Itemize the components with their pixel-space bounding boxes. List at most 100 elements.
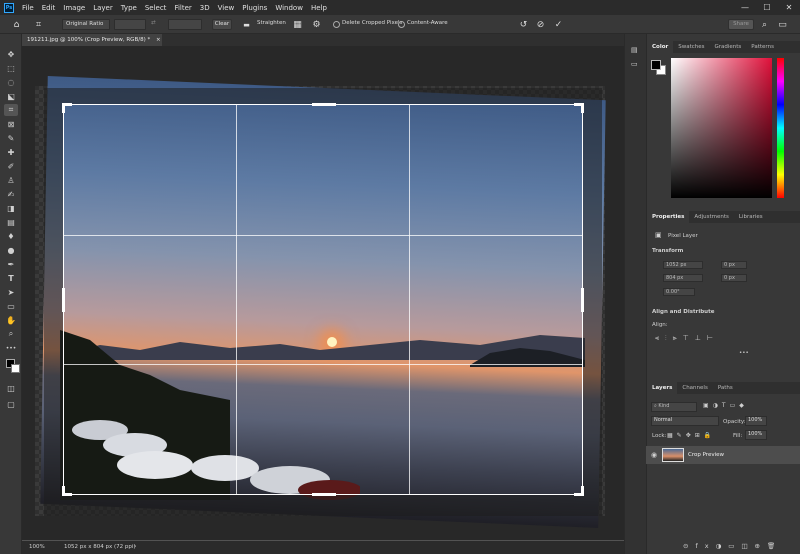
transform-y-field[interactable]: 0 px bbox=[721, 274, 747, 282]
tab-patterns[interactable]: Patterns bbox=[746, 41, 779, 53]
more-tools-icon[interactable]: ••• bbox=[4, 342, 18, 354]
crop-handle-bottom-left-v[interactable] bbox=[62, 486, 65, 496]
share-button[interactable]: Share bbox=[728, 19, 754, 30]
history-brush-icon[interactable]: ✍ bbox=[4, 188, 18, 200]
screen-mode-icon[interactable]: ▢ bbox=[4, 398, 18, 410]
menu-filter[interactable]: Filter bbox=[170, 4, 195, 12]
eye-icon[interactable]: ◉ bbox=[651, 451, 657, 459]
swap-icon[interactable]: ⇄ bbox=[151, 20, 156, 26]
align-icons[interactable]: ⫷⫶⫸⊤⊥⊢ bbox=[655, 334, 719, 343]
crop-handle-bottom-right-v[interactable] bbox=[581, 486, 584, 496]
crop-box[interactable] bbox=[62, 103, 584, 496]
crop-handle-top-left-v[interactable] bbox=[62, 103, 65, 113]
more-button[interactable]: ••• bbox=[739, 350, 749, 356]
tab-color[interactable]: Color bbox=[647, 41, 674, 53]
menu-select[interactable]: Select bbox=[141, 4, 171, 12]
grid-overlay-icon[interactable]: ▦ bbox=[291, 18, 304, 31]
content-aware-checkbox[interactable] bbox=[398, 21, 405, 28]
transform-h-field[interactable]: 804 px bbox=[663, 274, 703, 282]
close-tab-icon[interactable]: × bbox=[156, 37, 161, 43]
crop-handle-top[interactable] bbox=[312, 103, 336, 106]
layer-filter-kind[interactable]: ⌕ Kind bbox=[651, 402, 697, 412]
crop-handle-bottom[interactable] bbox=[312, 493, 336, 496]
tab-properties[interactable]: Properties bbox=[647, 211, 690, 223]
tab-libraries[interactable]: Libraries bbox=[734, 211, 768, 223]
brush-icon[interactable]: ✐ bbox=[4, 160, 18, 172]
blur-icon[interactable]: ♦ bbox=[4, 230, 18, 242]
menu-edit[interactable]: Edit bbox=[38, 4, 60, 12]
tab-gradients[interactable]: Gradients bbox=[709, 41, 746, 53]
status-arrow-icon[interactable]: › bbox=[134, 543, 136, 550]
search-icon[interactable]: ⌕ bbox=[758, 18, 771, 31]
menu-view[interactable]: View bbox=[214, 4, 239, 12]
layer-actions[interactable]: ⊝fx◑▭◫⊕🗑 bbox=[683, 542, 782, 550]
commit-check-icon[interactable]: ✓ bbox=[552, 18, 565, 31]
layer-row-crop-preview[interactable]: ◉ Crop Preview bbox=[646, 446, 800, 464]
transform-heading[interactable]: Transform bbox=[652, 248, 683, 254]
reset-icon[interactable]: ↺ bbox=[517, 18, 530, 31]
menu-file[interactable]: File bbox=[18, 4, 38, 12]
transform-x-field[interactable]: 0 px bbox=[721, 261, 747, 269]
home-icon[interactable]: ⌂ bbox=[10, 18, 23, 31]
menu-help[interactable]: Help bbox=[307, 4, 331, 12]
tab-adjustments[interactable]: Adjustments bbox=[689, 211, 733, 223]
frame-icon[interactable]: ⊠ bbox=[4, 118, 18, 130]
dodge-icon[interactable]: ● bbox=[4, 244, 18, 256]
width-field[interactable] bbox=[114, 19, 146, 30]
type-icon[interactable]: T bbox=[4, 272, 18, 284]
cancel-icon[interactable]: ⊘ bbox=[534, 18, 547, 31]
lasso-icon[interactable]: ◌ bbox=[4, 76, 18, 88]
lock-icons[interactable]: ▦✎✥⊞🔒 bbox=[667, 432, 715, 439]
marquee-icon[interactable]: ⬚ bbox=[4, 62, 18, 74]
clear-button[interactable]: Clear bbox=[212, 19, 232, 30]
menu-window[interactable]: Window bbox=[271, 4, 307, 12]
tab-swatches[interactable]: Swatches bbox=[673, 41, 709, 53]
transform-angle-field[interactable]: 0.00° bbox=[663, 288, 695, 296]
zoom-icon[interactable]: ⌕ bbox=[4, 328, 18, 340]
crop-handle-left[interactable] bbox=[62, 288, 65, 312]
menu-layer[interactable]: Layer bbox=[89, 4, 117, 12]
straighten-icon[interactable]: ▬ bbox=[240, 18, 253, 31]
blend-mode-select[interactable]: Normal bbox=[651, 416, 719, 426]
workspace-icon[interactable]: ▭ bbox=[776, 18, 789, 31]
menu-3d[interactable]: 3D bbox=[196, 4, 214, 12]
background-color-swatch[interactable] bbox=[11, 364, 20, 373]
layer-filter-icons[interactable]: ▣◑T▭◆ bbox=[703, 402, 748, 409]
align-heading[interactable]: Align and Distribute bbox=[652, 309, 714, 315]
hand-icon[interactable]: ✋ bbox=[4, 314, 18, 326]
history-icon[interactable]: ▤ bbox=[631, 46, 638, 54]
document-tab[interactable]: 191211.jpg @ 100% (Crop Preview, RGB/8) … bbox=[22, 34, 162, 46]
crop-handle-top-right-v[interactable] bbox=[581, 103, 584, 113]
fill-field[interactable]: 100% bbox=[745, 430, 767, 440]
settings-gear-icon[interactable]: ⚙ bbox=[310, 18, 323, 31]
transform-w-field[interactable]: 1052 px bbox=[663, 261, 703, 269]
gradient-icon[interactable]: ▤ bbox=[4, 216, 18, 228]
object-select-icon[interactable]: ⬕ bbox=[4, 90, 18, 102]
eraser-icon[interactable]: ◨ bbox=[4, 202, 18, 214]
ratio-select[interactable]: Original Ratio bbox=[62, 19, 110, 30]
close-button[interactable]: ✕ bbox=[778, 0, 800, 15]
eyedropper-icon[interactable]: ✎ bbox=[4, 132, 18, 144]
hue-slider[interactable] bbox=[777, 58, 784, 198]
minimize-button[interactable]: — bbox=[734, 0, 756, 15]
rectangle-icon[interactable]: ▭ bbox=[4, 300, 18, 312]
move-icon[interactable]: ✥ bbox=[4, 48, 18, 60]
crop-icon[interactable]: ⌗ bbox=[4, 104, 18, 116]
opacity-field[interactable]: 100% bbox=[745, 416, 767, 426]
crop-handle-right[interactable] bbox=[581, 288, 584, 312]
stamp-icon[interactable]: ♙ bbox=[4, 174, 18, 186]
path-select-icon[interactable]: ➤ bbox=[4, 286, 18, 298]
tab-layers[interactable]: Layers bbox=[647, 382, 678, 394]
crop-tool-preset-icon[interactable]: ⌗ bbox=[32, 18, 45, 31]
maximize-button[interactable]: ☐ bbox=[756, 0, 778, 15]
color-field[interactable] bbox=[671, 58, 772, 198]
quick-mask-icon[interactable]: ◫ bbox=[4, 382, 18, 394]
healing-icon[interactable]: ✚ bbox=[4, 146, 18, 158]
menu-plugins[interactable]: Plugins bbox=[238, 4, 271, 12]
menu-type[interactable]: Type bbox=[117, 4, 141, 12]
comment-icon[interactable]: ▭ bbox=[631, 60, 638, 68]
delete-cropped-checkbox[interactable] bbox=[333, 21, 340, 28]
height-field[interactable] bbox=[168, 19, 202, 30]
tab-channels[interactable]: Channels bbox=[677, 382, 712, 394]
menu-image[interactable]: Image bbox=[59, 4, 89, 12]
